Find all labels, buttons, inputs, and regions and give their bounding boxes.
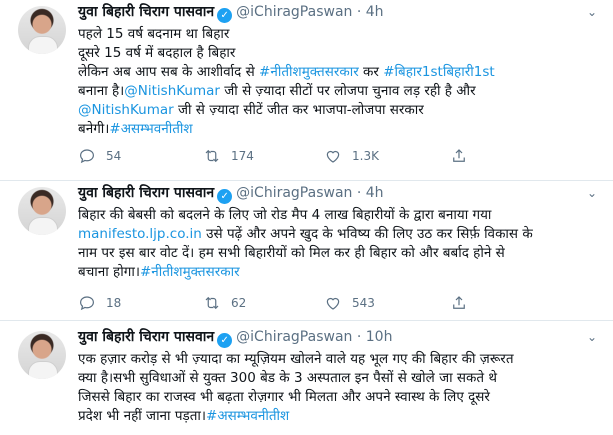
hashtag-link[interactable]: #असम्भवनीतीश [109,121,192,137]
more-chevron-icon[interactable]: ⌄ [587,330,601,344]
hashtag-link[interactable]: #नीतीशमुक्तसरकार [140,264,240,280]
tweet-text: एक हज़ार करोड़ से भी ज़्यादा का म्यूज़िय… [78,350,598,426]
avatar[interactable] [18,6,66,54]
mention-link[interactable]: @NitishKumar [78,102,174,118]
retweet-icon [203,294,221,312]
author-handle[interactable]: @iChiragPaswan [236,185,352,201]
share-icon [450,147,468,165]
reply-button[interactable]: 18 [78,292,121,314]
text-segment: बचाना होगा। [78,264,140,280]
tweet-header: युवा बिहारी चिराग पासवान ✓ @iChiragPaswan … [78,3,384,23]
like-icon [324,294,342,312]
tweet-text-line: एक हज़ार करोड़ से भी ज़्यादा का म्यूज़िय… [78,350,598,369]
reply-count: 18 [106,296,122,310]
verified-badge-icon: ✓ [217,189,233,204]
share-icon [450,294,468,312]
tweet-text: पहले 15 वर्ष बदनाम था बिहार दूसरे 15 वर्ष… [78,25,598,139]
text-segment: लेकिन अब आप सब के आशीर्वाद से [78,64,260,80]
tweet-3[interactable]: युवा बिहारी चिराग पासवान ✓ @iChiragPaswan … [0,321,613,435]
tweet-time[interactable]: 4h [366,4,384,20]
like-icon [324,147,342,165]
tweet-text-line: बिहार की बेबसी को बदलने के लिए जो रोड मै… [78,206,598,225]
author-name[interactable]: युवा बिहारी चिराग पासवान [78,329,214,345]
url-link[interactable]: manifesto.ljp.co.in [78,226,202,242]
more-chevron-icon[interactable]: ⌄ [587,5,601,19]
verified-badge-icon: ✓ [217,333,233,348]
mention-link[interactable]: @NitishKumar [124,83,220,99]
tweet-text-line: @NitishKumar जी से ज़्यादा सीटें जीत कर … [78,101,598,120]
reply-icon [78,147,96,165]
retweet-button[interactable]: 62 [203,292,246,314]
separator-dot: · [356,4,362,20]
text-segment: जिससे बिहार का राजस्व भी बढ़ता रोज़गार भ… [78,389,490,405]
text-segment: बिहार की बेबसी को बदलने के लिए जो रोड मै… [78,207,492,223]
tweet-text-line: manifesto.ljp.co.in उसे पढ़ें और अपने खु… [78,225,598,244]
like-count: 1.3K [352,149,379,163]
text-segment: बनाना है। [78,83,125,99]
tweet-text-line: बनेगी।#असम्भवनीतीश [78,120,598,139]
text-segment: एक हज़ार करोड़ से भी ज़्यादा का म्यूज़िय… [78,351,514,367]
tweet-header: युवा बिहारी चिराग पासवान ✓ @iChiragPaswan … [78,328,392,348]
tweet-header: युवा बिहारी चिराग पासवान ✓ @iChiragPaswan … [78,184,384,204]
tweet-text-line: प्रदेश भी नहीं जाना पड़ता।#असम्भवनीतीश [78,407,598,426]
hashtag-link[interactable]: #नीतीशमुक्तसरकार [259,64,359,80]
tweet-text: बिहार की बेबसी को बदलने के लिए जो रोड मै… [78,206,598,282]
retweet-count: 174 [231,149,254,163]
hashtag-link[interactable]: #बिहार1stबिहारी1st [383,64,494,80]
author-handle[interactable]: @iChiragPaswan [236,4,352,20]
text-segment: दूसरे 15 वर्ष में बदहाल है बिहार [78,45,236,61]
tweet-actions: 18 62 543 [78,292,558,314]
tweet-1[interactable]: युवा बिहारी चिराग पासवान ✓ @iChiragPaswan … [0,0,613,181]
tweet-text-line: बचाना होगा।#नीतीशमुक्तसरकार [78,263,598,282]
author-handle[interactable]: @iChiragPaswan [236,329,352,345]
text-segment: कर [358,64,384,80]
tweet-text-line: जिससे बिहार का राजस्व भी बढ़ता रोज़गार भ… [78,388,598,407]
more-chevron-icon[interactable]: ⌄ [587,186,601,200]
text-segment: बनेगी। [78,121,110,137]
tweet-text-line: बनाना है।@NitishKumar जी से ज़्यादा सीटो… [78,82,598,101]
text-segment: उसे पढ़ें और अपने खुद के भविष्य की लिए उ… [201,226,533,242]
reply-count: 54 [106,149,122,163]
tweet-actions: 54 174 1.3K [78,145,558,167]
reply-button[interactable]: 54 [78,145,121,167]
share-button[interactable] [450,292,468,314]
retweet-count: 62 [231,296,247,310]
tweet-time[interactable]: 10h [366,329,393,345]
tweet-2[interactable]: युवा बिहारी चिराग पासवान ✓ @iChiragPaswan … [0,181,613,321]
separator-dot: · [356,329,362,345]
author-name[interactable]: युवा बिहारी चिराग पासवान [78,185,214,201]
tweet-text-line: लेकिन अब आप सब के आशीर्वाद से #नीतीशमुक्… [78,63,598,82]
text-segment: जी से ज़्यादा सीटों पर लोजपा चुनाव लड़ र… [219,83,476,99]
tweet-time[interactable]: 4h [366,185,384,201]
share-button[interactable] [450,145,468,167]
retweet-icon [203,147,221,165]
avatar[interactable] [18,187,66,235]
avatar[interactable] [18,331,66,379]
tweet-text-line: नाम पर इस बार वोट दें। हम सभी बिहारीयों … [78,244,598,263]
text-segment: नाम पर इस बार वोट दें। हम सभी बिहारीयों … [78,245,505,261]
tweet-text-line: दूसरे 15 वर्ष में बदहाल है बिहार [78,44,598,63]
verified-badge-icon: ✓ [217,8,233,23]
retweet-button[interactable]: 174 [203,145,254,167]
reply-icon [78,294,96,312]
hashtag-link[interactable]: #असम्भवनीतीश [206,408,289,424]
author-name[interactable]: युवा बिहारी चिराग पासवान [78,4,214,20]
text-segment: प्रदेश भी नहीं जाना पड़ता। [78,408,207,424]
tweet-feed: युवा बिहारी चिराग पासवान ✓ @iChiragPaswan … [0,0,613,435]
text-segment: क्या है।सभी सुविधाओं से युक्त 300 बेड के… [78,370,498,386]
separator-dot: · [356,185,362,201]
text-segment: पहले 15 वर्ष बदनाम था बिहार [78,26,230,42]
text-segment: जी से ज़्यादा सीटें जीत कर भाजपा-लोजपा स… [173,102,424,118]
like-count: 543 [352,296,375,310]
tweet-text-line: क्या है।सभी सुविधाओं से युक्त 300 बेड के… [78,369,598,388]
like-button[interactable]: 1.3K [324,145,379,167]
tweet-text-line: पहले 15 वर्ष बदनाम था बिहार [78,25,598,44]
like-button[interactable]: 543 [324,292,375,314]
